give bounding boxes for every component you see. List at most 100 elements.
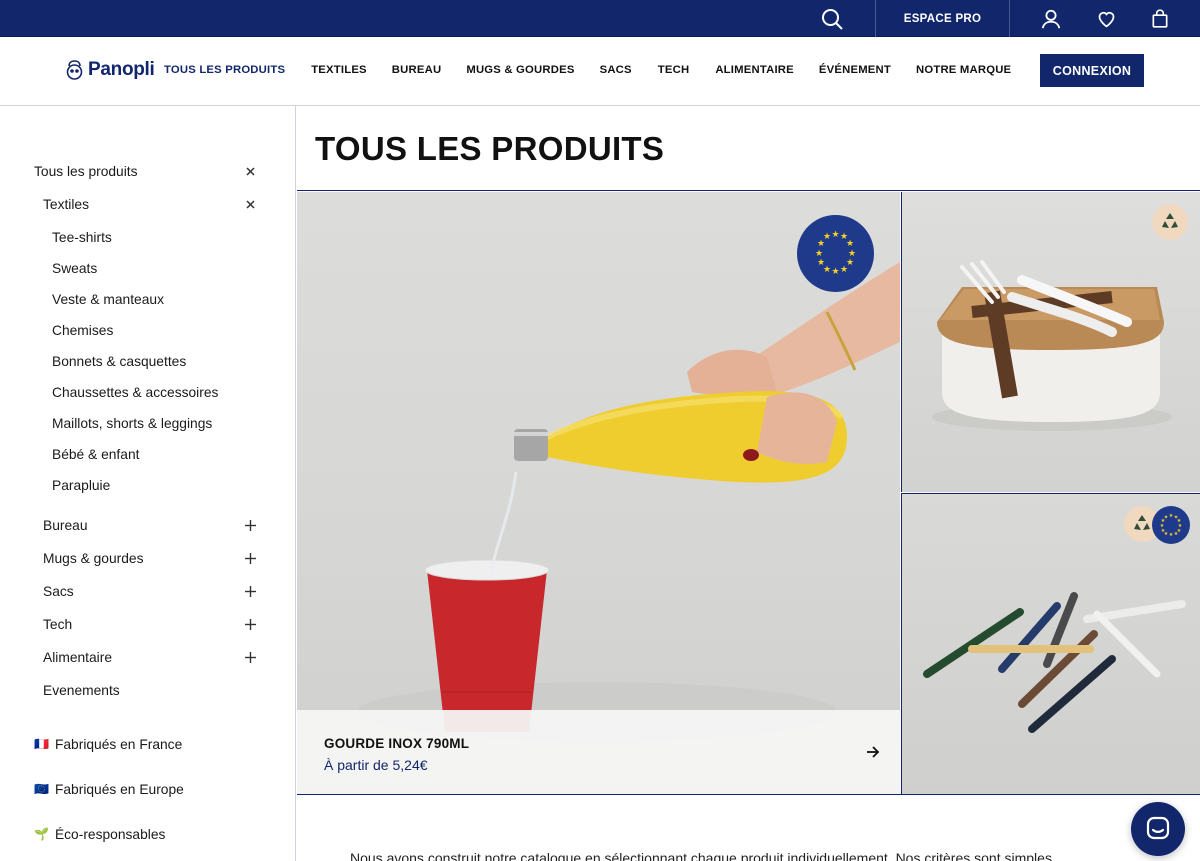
filter-label: Fabriqués en Europe [54,781,184,797]
sidebar-item-tous-les-produits[interactable]: Tous les produits [0,158,296,184]
sidebar-subitem[interactable]: Chemises [0,317,296,343]
topbar-divider [1009,0,1010,37]
espace-pro-link[interactable]: ESPACE PRO [876,0,1009,37]
sidebar-subitem[interactable]: Parapluie [0,472,296,498]
eu-badge: ★ ★ ★ ★ ★ ★ ★ ★ ★ ★ ★ ★ [797,215,874,292]
product-name: GOURDE INOX 790ML [324,736,470,751]
sidebar-item-sacs[interactable]: Sacs [0,578,296,604]
logo-text: Panopli [88,59,155,80]
close-icon[interactable] [243,164,257,178]
sidebar-subitem-label: Bébé & enfant [52,446,140,462]
nav-item-notre-marque[interactable]: NOTRE MARQUE [916,64,1011,76]
sidebar-subitem-label: Tee-shirts [52,229,112,245]
sidebar-subitem[interactable]: Sweats [0,255,296,281]
panopli-logo-icon [66,59,83,80]
sidebar-item-textiles[interactable]: Textiles [0,191,296,217]
svg-text:★: ★ [823,231,831,241]
plus-icon[interactable] [243,518,257,532]
sidebar-subitem[interactable]: Bonnets & casquettes [0,348,296,374]
plus-icon[interactable] [243,551,257,565]
sidebar-item-label: Bureau [43,517,88,533]
recycle-icon [1162,213,1178,228]
nav-item-textiles[interactable]: TEXTILES [311,64,367,76]
chat-icon [1146,816,1170,840]
eu-stars-icon: ★ ★★★ ★★★★ ★★★★ [815,229,856,276]
product-price: À partir de 5,24€ [324,757,428,773]
svg-text:★: ★ [1164,515,1169,521]
plus-icon[interactable] [243,650,257,664]
account-button[interactable] [1031,0,1071,37]
sidebar-subitem-label: Chaussettes & accessoires [52,384,219,400]
sidebar-subitem[interactable]: Chaussettes & accessoires [0,379,296,405]
connexion-button[interactable]: CONNEXION [1040,54,1144,87]
product-card-pens[interactable]: ★ ★ ★ ★ ★ ★ ★ ★ ★ ★ ★ ★ [901,493,1200,794]
sidebar-item-label: Tech [43,616,73,632]
nav-menu: TOUS LES PRODUITS TEXTILES BUREAU MUGS &… [164,64,1011,76]
svg-text:★: ★ [831,229,839,239]
logo[interactable]: Panopli [66,59,155,81]
filter-label: Fabriqués en France [54,736,183,752]
eu-stars-icon: ★ ★★★ ★★★★ ★★★★ [1160,513,1183,538]
product-card-lunchbox[interactable] [901,192,1200,492]
nav-item-sacs[interactable]: SACS [600,64,632,76]
product-image [932,260,1172,431]
filter-made-in-france[interactable]: 🇫🇷 Fabriqués en France [34,733,182,755]
filter-eco-responsables[interactable]: 🌱 Éco-responsables [34,823,165,845]
sidebar-subitem[interactable]: Maillots, shorts & leggings [0,410,296,436]
sidebar-item-mugs-gourdes[interactable]: Mugs & gourdes [0,545,296,571]
grid-divider [297,794,1200,795]
nav-item-tech[interactable]: TECH [658,64,690,76]
category-sidebar: Tous les produits Textiles Tee-shirts Sw… [0,106,296,861]
product-caption: GOURDE INOX 790ML À partir de 5,24€ [297,710,900,794]
svg-text:★: ★ [1169,532,1174,538]
close-icon[interactable] [243,197,257,211]
sidebar-item-label: Evenements [43,682,120,698]
cart-button[interactable] [1140,0,1180,37]
page-header: TOUS LES PRODUITS [297,106,1200,191]
eu-badge: ★ ★ ★ ★ ★ ★ ★ ★ ★ ★ ★ ★ [1152,506,1190,544]
eco-badge [1152,204,1188,240]
featured-product-card[interactable]: ★ ★ ★ ★ ★ ★ ★ ★ ★ ★ ★ ★ GOURDE INOX 790ML À parti… [297,192,900,794]
sidebar-subitem-label: Bonnets & casquettes [52,353,187,369]
heart-icon [1098,11,1114,28]
chat-button[interactable] [1131,802,1185,856]
svg-text:★: ★ [840,264,848,274]
sidebar-item-tech[interactable]: Tech [0,611,296,637]
filter-label: Éco-responsables [54,826,166,842]
sidebar-subitem[interactable]: Veste & manteaux [0,286,296,312]
search-button[interactable] [808,0,856,37]
plus-icon[interactable] [243,617,257,631]
sidebar-item-label: Textiles [43,196,90,212]
svg-text:★: ★ [1174,531,1179,537]
sidebar-subitem-label: Veste & manteaux [52,291,164,307]
sidebar-item-label: Mugs & gourdes [43,550,144,566]
bag-icon [1152,9,1168,28]
nav-item-bureau[interactable]: BUREAU [392,64,442,76]
svg-text:★: ★ [817,257,825,267]
sidebar-item-alimentaire[interactable]: Alimentaire [0,644,296,670]
nav-item-mugs-gourdes[interactable]: MUGS & GOURDES [466,64,574,76]
nav-item-alimentaire[interactable]: ALIMENTAIRE [715,64,794,76]
sidebar-item-label: Sacs [43,583,74,599]
sidebar-item-evenements[interactable]: Evenements [0,677,296,703]
sidebar-item-bureau[interactable]: Bureau [0,512,296,538]
sidebar-subitem[interactable]: Bébé & enfant [0,441,296,467]
wishlist-button[interactable] [1086,0,1126,37]
plus-icon[interactable] [243,584,257,598]
sidebar-item-label: Alimentaire [43,649,113,665]
intro-text: Nous avons construit notre catalogue en … [350,850,1052,861]
arrow-right-icon[interactable] [865,744,881,760]
sidebar-subitem[interactable]: Tee-shirts [0,224,296,250]
svg-text:★: ★ [846,238,854,248]
svg-text:★: ★ [815,248,823,258]
main-nav: Panopli TOUS LES PRODUITS TEXTILES BUREA… [0,37,1200,106]
sidebar-subitem-label: Maillots, shorts & leggings [52,415,213,431]
filter-made-in-europe[interactable]: 🇪🇺 Fabriqués en Europe [34,778,184,800]
nav-item-tous-les-produits[interactable]: TOUS LES PRODUITS [164,64,285,76]
svg-text:★: ★ [831,266,839,276]
sidebar-item-label: Tous les produits [34,163,138,179]
nav-item-evenement[interactable]: ÉVÉNEMENT [819,64,891,76]
sidebar-subitem-label: Sweats [52,260,98,276]
recycle-icon [1134,515,1150,530]
sidebar-subitem-label: Chemises [52,322,114,338]
